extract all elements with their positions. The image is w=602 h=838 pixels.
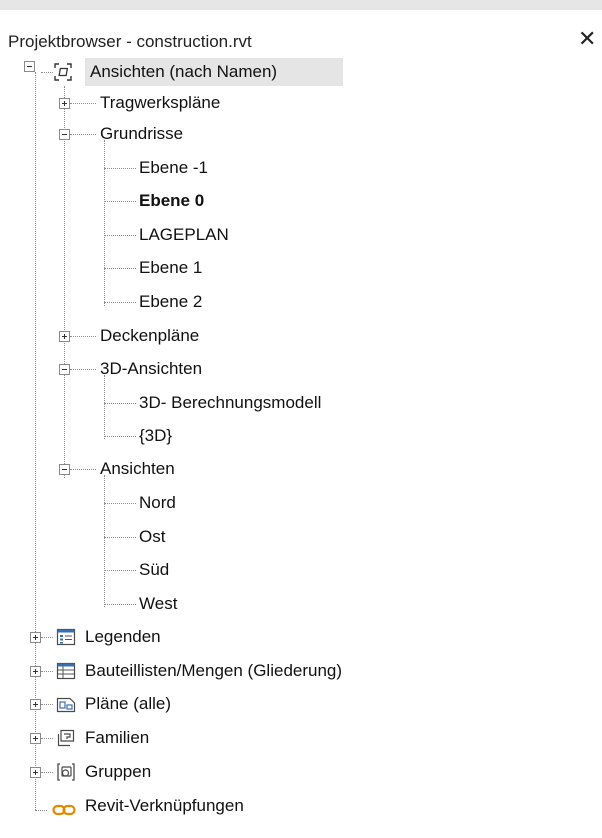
panel-title: Projektbrowser - construction.rvt	[8, 32, 252, 51]
tree-leaf-3d-berechnungsmodell[interactable]: 3D- Berechnungsmodell	[139, 392, 321, 414]
ansichten-3d-collapse-toggle[interactable]	[59, 364, 70, 375]
tree-leaf-west[interactable]: West	[139, 593, 177, 615]
schedule-icon	[56, 661, 76, 681]
legend-icon	[56, 627, 76, 647]
familien-expand-toggle[interactable]	[30, 733, 41, 744]
tree-leaf-ebene-2[interactable]: Ebene 2	[139, 291, 202, 313]
tree-leaf-ost[interactable]: Ost	[139, 526, 165, 548]
plaene-expand-toggle[interactable]	[30, 699, 41, 710]
tree-node-ansichten[interactable]: Ansichten	[100, 458, 175, 480]
link-icon	[52, 800, 76, 820]
tree-node-legenden[interactable]: Legenden	[85, 626, 161, 648]
group-icon	[56, 762, 76, 782]
top-edge	[0, 0, 602, 10]
gruppen-expand-toggle[interactable]	[30, 767, 41, 778]
panel-titlebar: Projektbrowser - construction.rvt ✕	[0, 10, 602, 52]
tree-leaf-ebene-0-active[interactable]: Ebene 0	[139, 190, 204, 212]
deckenplaene-expand-toggle[interactable]	[59, 331, 70, 342]
tree-node-root-views[interactable]: Ansichten (nach Namen)	[90, 61, 277, 83]
tragwerksplaene-expand-toggle[interactable]	[59, 98, 70, 109]
views-icon	[53, 62, 73, 82]
legenden-expand-toggle[interactable]	[30, 632, 41, 643]
root-collapse-toggle[interactable]	[24, 61, 35, 72]
tree-node-bauteillisten[interactable]: Bauteillisten/Mengen (Gliederung)	[85, 660, 342, 682]
grundrisse-collapse-toggle[interactable]	[59, 129, 70, 140]
tree-leaf-nord[interactable]: Nord	[139, 492, 176, 514]
tree-leaf-sued[interactable]: Süd	[139, 559, 169, 581]
family-icon	[56, 728, 76, 748]
tree-node-grundrisse[interactable]: Grundrisse	[100, 123, 183, 145]
tree-node-revit-links[interactable]: Revit-Verknüpfungen	[85, 795, 244, 817]
tree-leaf-ebene-minus-1[interactable]: Ebene -1	[139, 157, 208, 179]
bauteillisten-expand-toggle[interactable]	[30, 666, 41, 677]
tree-leaf-lageplan[interactable]: LAGEPLAN	[139, 224, 229, 246]
close-icon[interactable]: ✕	[578, 28, 596, 50]
tree-node-familien[interactable]: Familien	[85, 727, 149, 749]
sheet-icon	[56, 694, 76, 714]
tree-node-gruppen[interactable]: Gruppen	[85, 761, 151, 783]
tree-node-tragwerksplaene[interactable]: Tragwerkspläne	[100, 92, 220, 114]
ansichten-collapse-toggle[interactable]	[59, 464, 70, 475]
tree-leaf-ebene-1[interactable]: Ebene 1	[139, 257, 202, 279]
tree-node-3d-ansichten[interactable]: 3D-Ansichten	[100, 358, 202, 380]
tree-node-deckenplaene[interactable]: Deckenpläne	[100, 325, 199, 347]
tree-node-plaene[interactable]: Pläne (alle)	[85, 693, 171, 715]
tree-leaf-3d-default[interactable]: {3D}	[139, 425, 172, 447]
